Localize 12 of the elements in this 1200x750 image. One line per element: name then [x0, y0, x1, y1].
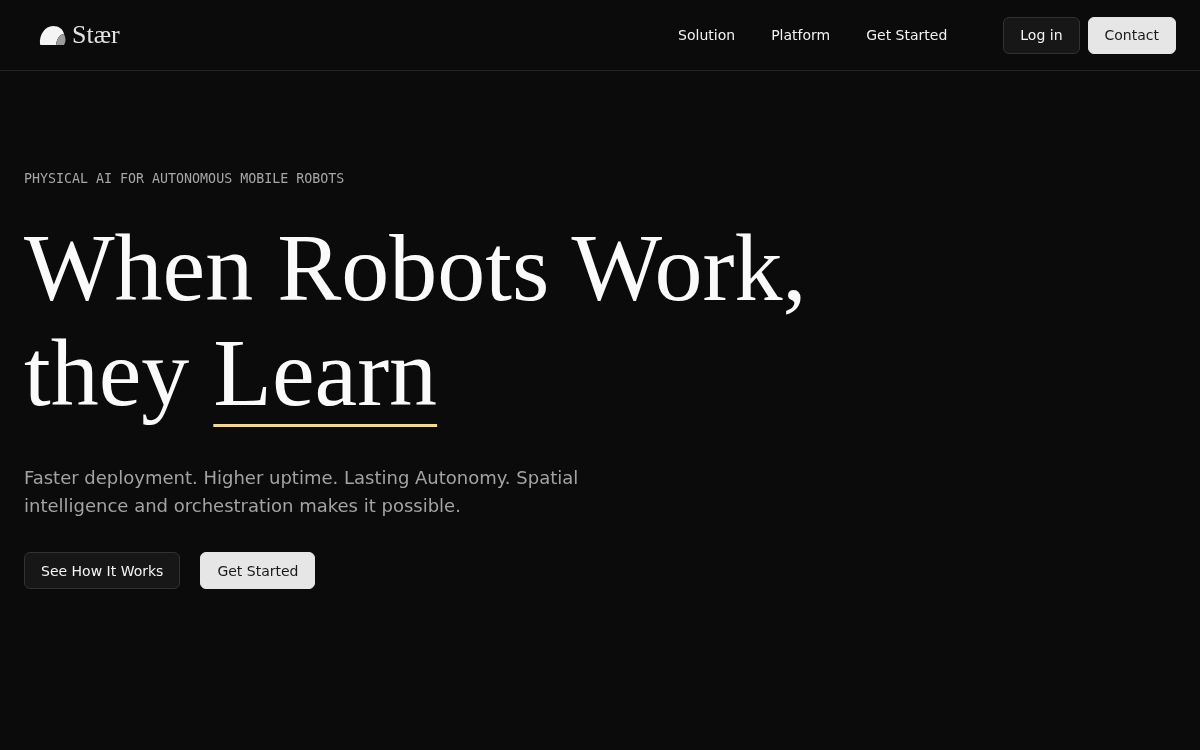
hero-subtitle: Faster deployment. Higher uptime. Lasting Autonomy. Spatial intelligence and orchestration makes it possible. — [24, 466, 580, 518]
get-started-button[interactable]: Get Started — [200, 552, 316, 589]
nav-link[interactable]: Get Started — [866, 27, 948, 43]
nav-link[interactable]: Solution — [678, 27, 736, 43]
logo-icon — [39, 24, 66, 46]
logo-text: Stær — [72, 22, 120, 48]
login-button[interactable]: Log in — [1003, 16, 1080, 54]
eyebrow-text: PHYSICAL AI FOR AUTONOMOUS MOBILE ROBOTS — [24, 171, 345, 187]
nav-link[interactable]: Platform — [771, 27, 831, 43]
see-how-it-works-button[interactable]: See How It Works — [24, 552, 181, 589]
hero-headline: When Robots Work, they Learn — [24, 215, 808, 425]
contact-button[interactable]: Contact — [1087, 16, 1176, 54]
